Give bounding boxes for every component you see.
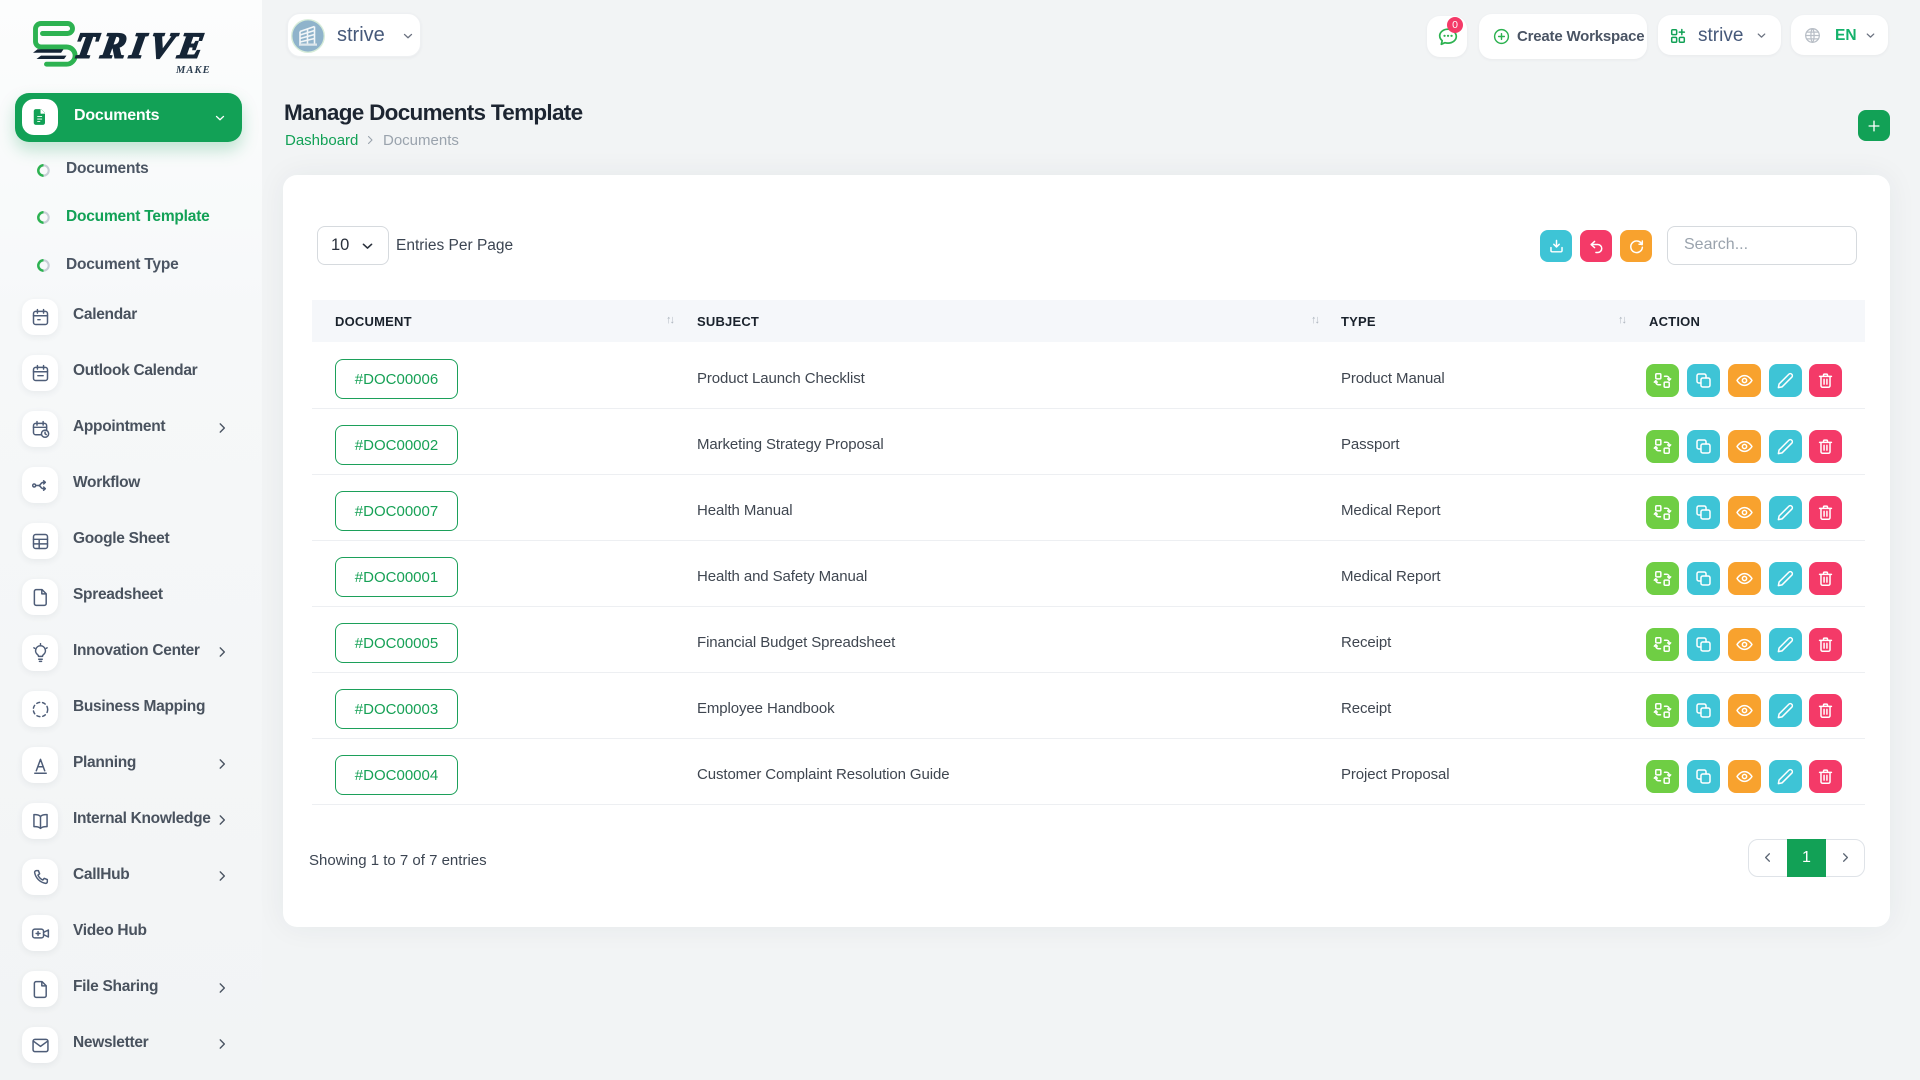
svg-text:MAKE: MAKE: [175, 65, 211, 76]
svg-text:TRIVE: TRIVE: [72, 26, 212, 66]
